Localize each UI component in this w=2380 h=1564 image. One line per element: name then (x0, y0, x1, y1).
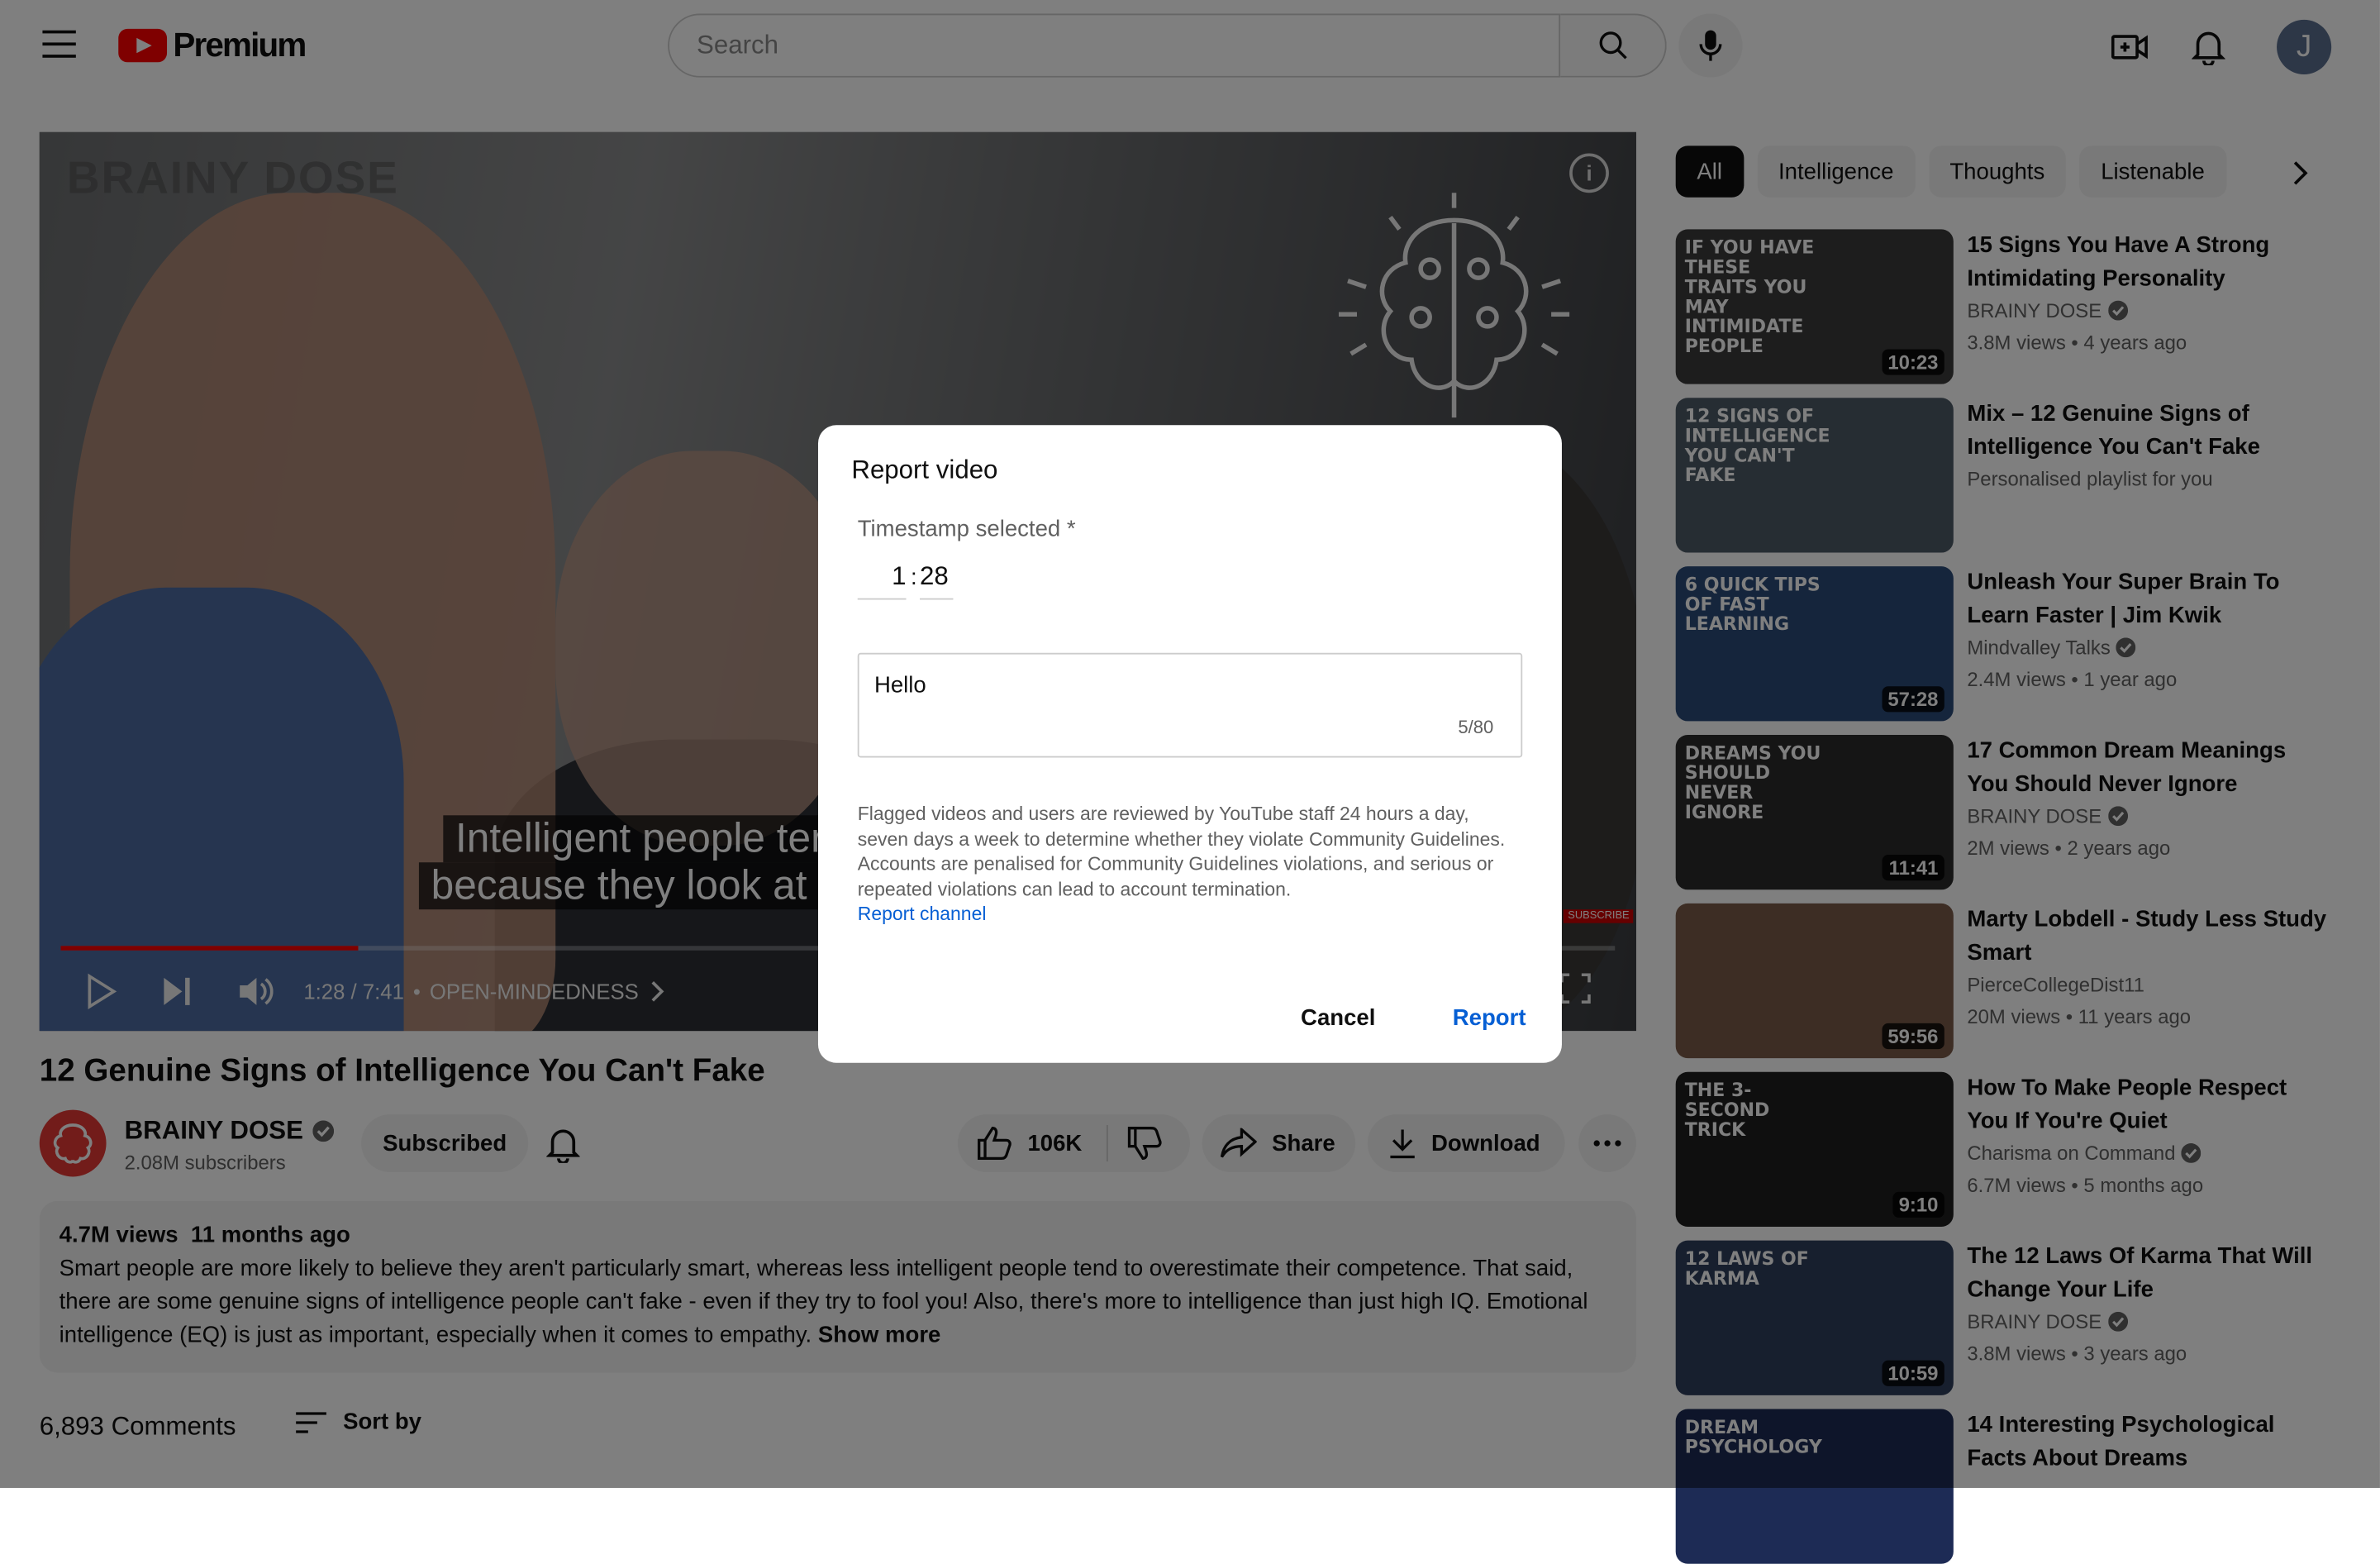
cancel-button[interactable]: Cancel (1301, 1005, 1375, 1031)
timestamp-minutes-input[interactable]: 1 (857, 562, 907, 600)
timestamp-label: Timestamp selected * (857, 516, 1076, 542)
report-button[interactable]: Report (1453, 1005, 1526, 1031)
dialog-title: Report video (851, 455, 998, 484)
timestamp-separator: : (911, 565, 917, 591)
app-root: Premium Search J BRAINY DOSE i (0, 0, 2380, 1564)
timestamp-seconds-input[interactable]: 28 (920, 562, 954, 600)
report-details-value: Hello (873, 672, 926, 699)
report-video-dialog: Report video Timestamp selected * 1 : 28… (817, 425, 1562, 1063)
dialog-body: Flagged videos and users are reviewed by… (858, 802, 1511, 927)
report-details-textarea[interactable]: Hello 5/80 (857, 652, 1523, 758)
character-count: 5/80 (1458, 716, 1494, 738)
report-channel-link[interactable]: Report channel (858, 904, 987, 925)
policy-text: Flagged videos and users are reviewed by… (857, 803, 1506, 900)
